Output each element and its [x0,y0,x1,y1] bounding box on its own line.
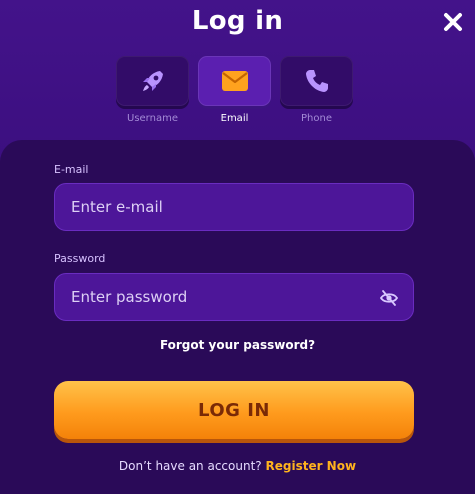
password-label: Password [54,252,106,265]
tab-username[interactable] [116,56,189,106]
email-label: E-mail [54,163,89,176]
login-button[interactable]: LOG IN [54,381,414,439]
modal-title: Log in [191,6,284,36]
rocket-icon [142,71,163,91]
phone-icon [305,70,328,92]
register-prompt: Don’t have an account? Register Now [0,459,475,473]
close-icon[interactable] [439,8,467,36]
envelope-icon [221,71,248,91]
password-field[interactable] [54,273,414,321]
password-input[interactable] [71,288,397,306]
email-field[interactable] [54,183,414,231]
eye-off-icon[interactable] [379,288,399,308]
forgot-password-link[interactable]: Forgot your password? [0,338,475,352]
login-method-tabs: Username Email Phone [0,56,475,136]
tab-phone-label: Phone [301,113,332,124]
tab-phone[interactable] [280,56,353,106]
tab-email[interactable] [198,56,271,106]
email-input[interactable] [71,198,397,216]
no-account-text: Don’t have an account? [118,459,262,473]
tab-email-label: Email [220,113,249,124]
register-link[interactable]: Register Now [265,459,356,473]
tab-username-label: Username [127,113,178,124]
